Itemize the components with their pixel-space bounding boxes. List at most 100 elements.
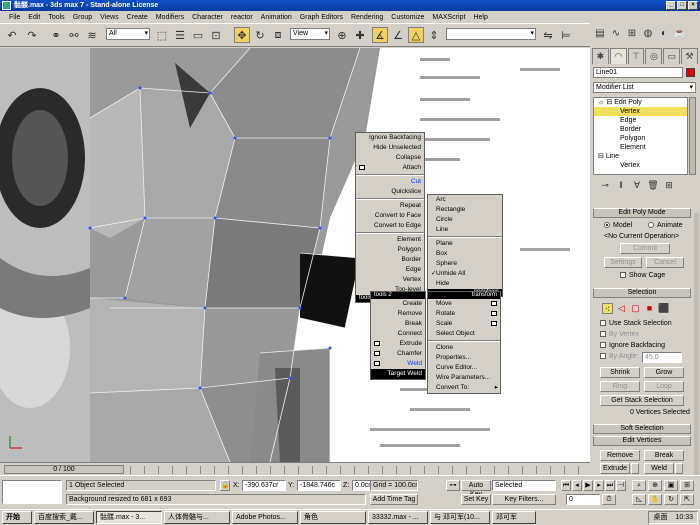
menu-wire-parameters[interactable]: Wire Parameters... [428,373,500,383]
prev-frame-icon[interactable]: ◂ [572,480,582,491]
settings-box-icon[interactable] [374,361,380,366]
settings-button[interactable]: Settings [604,257,642,268]
ignore-backfacing-checkbox[interactable]: Ignore Backfacing [600,341,665,350]
undo-icon[interactable]: ↶ [4,27,20,43]
tab-display-icon[interactable]: ▭ [663,48,681,64]
by-angle-spinner[interactable]: 45.0 [642,352,682,363]
extrude-button[interactable]: Extrude [600,463,630,474]
maximize-viewport-icon[interactable]: ⇱ [680,494,694,505]
lock-selection-icon[interactable]: 🔒 [220,480,230,491]
lightbulb-icon[interactable]: ☼ [598,99,604,106]
menu-collapse[interactable]: Collapse [356,153,424,163]
rollout-edit-vertices[interactable]: Edit Vertices [593,436,691,446]
menu-quickslice[interactable]: Quickslice [356,187,424,197]
radio-icon[interactable] [648,222,654,229]
stack-scrollbar[interactable] [689,97,696,175]
named-selection-dropdown[interactable] [446,28,536,40]
edge-level-icon[interactable]: ◁ [616,303,627,314]
menu-edit[interactable]: Edit [27,14,41,21]
spinner-snap-icon[interactable]: ⇕ [426,27,442,43]
make-unique-icon[interactable]: ∀ [631,179,643,191]
reference-coordinate-dropdown[interactable]: View [290,28,330,40]
x-coordinate-field[interactable]: -390.637cr [242,480,286,491]
menu-select-object[interactable]: Select Object [428,329,500,339]
field-of-view-icon[interactable]: ◺ [632,494,646,505]
settings-box-icon[interactable] [491,321,497,326]
menu-help[interactable]: Help [472,14,488,21]
menu-vertex[interactable]: Vertex✓ [356,275,432,285]
menu-circle[interactable]: Circle [428,215,502,225]
zoom-icon[interactable]: ⌕ [632,480,646,491]
settings-box-icon[interactable] [359,165,365,170]
menu-rotate[interactable]: Rotate [428,309,500,319]
cancel-button[interactable]: Cancel [646,257,684,268]
material-editor-icon[interactable]: ◍ [641,27,655,41]
key-mode-toggle-icon[interactable]: ⊣ [616,480,626,491]
stack-item-vertex[interactable]: Vertex [594,107,687,116]
menu-rendering[interactable]: Rendering [350,14,384,21]
ring-button[interactable]: Ring [600,381,640,392]
menu-unhide-all[interactable]: ✓ Unhide All [428,269,502,279]
arc-rotate-icon[interactable]: ↻ [664,494,678,505]
percent-snap-icon[interactable]: △ [408,27,424,43]
commit-button[interactable]: Commit [620,243,670,254]
menu-graph-editors[interactable]: Graph Editors [299,14,344,21]
checkbox-icon[interactable] [600,342,606,349]
pin-stack-icon[interactable]: ⊸ [599,179,611,191]
animate-radio[interactable]: Animate [648,221,683,230]
remove-button[interactable]: Remove [600,450,640,461]
next-frame-icon[interactable]: ▸ [594,480,604,491]
close-button[interactable]: × [688,1,698,10]
menu-ignore-backfacing[interactable]: Ignore Backfacing [356,133,424,143]
menu-rectangle[interactable]: Rectangle [428,205,502,215]
weld-button[interactable]: Weld [644,463,674,474]
menu-customize[interactable]: Customize [390,14,425,21]
menu-create[interactable]: Create [371,299,425,309]
stack-item-border[interactable]: Border [594,125,687,134]
add-time-tag-button[interactable]: Add Time Tag [370,494,418,505]
tab-create-icon[interactable]: ✱ [592,48,609,64]
select-object-icon[interactable]: ⬚ [154,27,170,43]
tab-modify-icon[interactable]: ◠ [609,48,627,64]
menu-edge[interactable]: Edge [356,265,424,275]
rollout-selection[interactable]: Selection [593,288,691,298]
checkbox-icon[interactable] [600,353,606,360]
menu-convert-to-edge[interactable]: Convert to Edge [356,221,424,231]
get-stack-selection-button[interactable]: Get Stack Selection [600,395,684,406]
schematic-view-icon[interactable]: ⊞ [625,27,639,41]
tab-utilities-icon[interactable]: ⚒ [681,48,698,64]
extrude-settings-button[interactable] [631,463,639,474]
menu-remove[interactable]: Remove [371,309,425,319]
settings-box-icon[interactable] [491,311,497,316]
rollout-edit-poly-mode[interactable]: Edit Poly Mode [593,208,691,218]
menu-file[interactable]: File [8,14,21,21]
stack-item-edit-poly[interactable]: ☼ ⊟ Edit Poly [594,98,687,107]
menu-character[interactable]: Character [191,14,224,21]
stack-item-line-vertex[interactable]: Vertex [594,161,687,170]
key-mode-icon[interactable]: ⊶ [446,480,460,491]
object-color-swatch[interactable] [686,68,695,77]
select-link-icon[interactable]: ⚭ [48,27,64,43]
zoom-all-icon[interactable]: ⊕ [648,480,662,491]
rollout-soft-selection[interactable]: Soft Selection [593,424,691,434]
minimize-button[interactable]: _ [666,1,676,10]
start-button[interactable]: 开始 [2,511,32,524]
panel-scrollbar[interactable] [694,213,699,475]
key-selection-dropdown[interactable]: Selected [492,480,556,491]
menu-connect[interactable]: Connect [371,329,425,339]
maxscript-listener[interactable] [2,480,62,504]
zoom-extents-all-icon[interactable]: ⊞ [680,480,694,491]
checkbox-icon[interactable] [620,272,626,279]
play-icon[interactable]: ▶ [583,480,593,491]
taskbar-item[interactable]: 百度搜索_戴... [34,511,94,524]
render-scene-icon[interactable]: ◐ [657,27,671,41]
taskbar-item[interactable]: Adobe Photos... [232,511,298,524]
menu-views[interactable]: Views [99,14,120,21]
use-stack-selection-checkbox[interactable]: Use Stack Selection [600,319,672,328]
by-vertex-checkbox[interactable]: By Vertex [600,330,639,339]
menu-scale[interactable]: Scale [428,319,500,329]
radio-icon[interactable] [604,222,610,229]
y-coordinate-field[interactable]: -1848.746c [297,480,341,491]
perspective-viewport[interactable]: Ignore Backfacing Hide Unselected Collap… [0,48,590,462]
select-manipulate-icon[interactable]: ✚ [352,27,368,43]
